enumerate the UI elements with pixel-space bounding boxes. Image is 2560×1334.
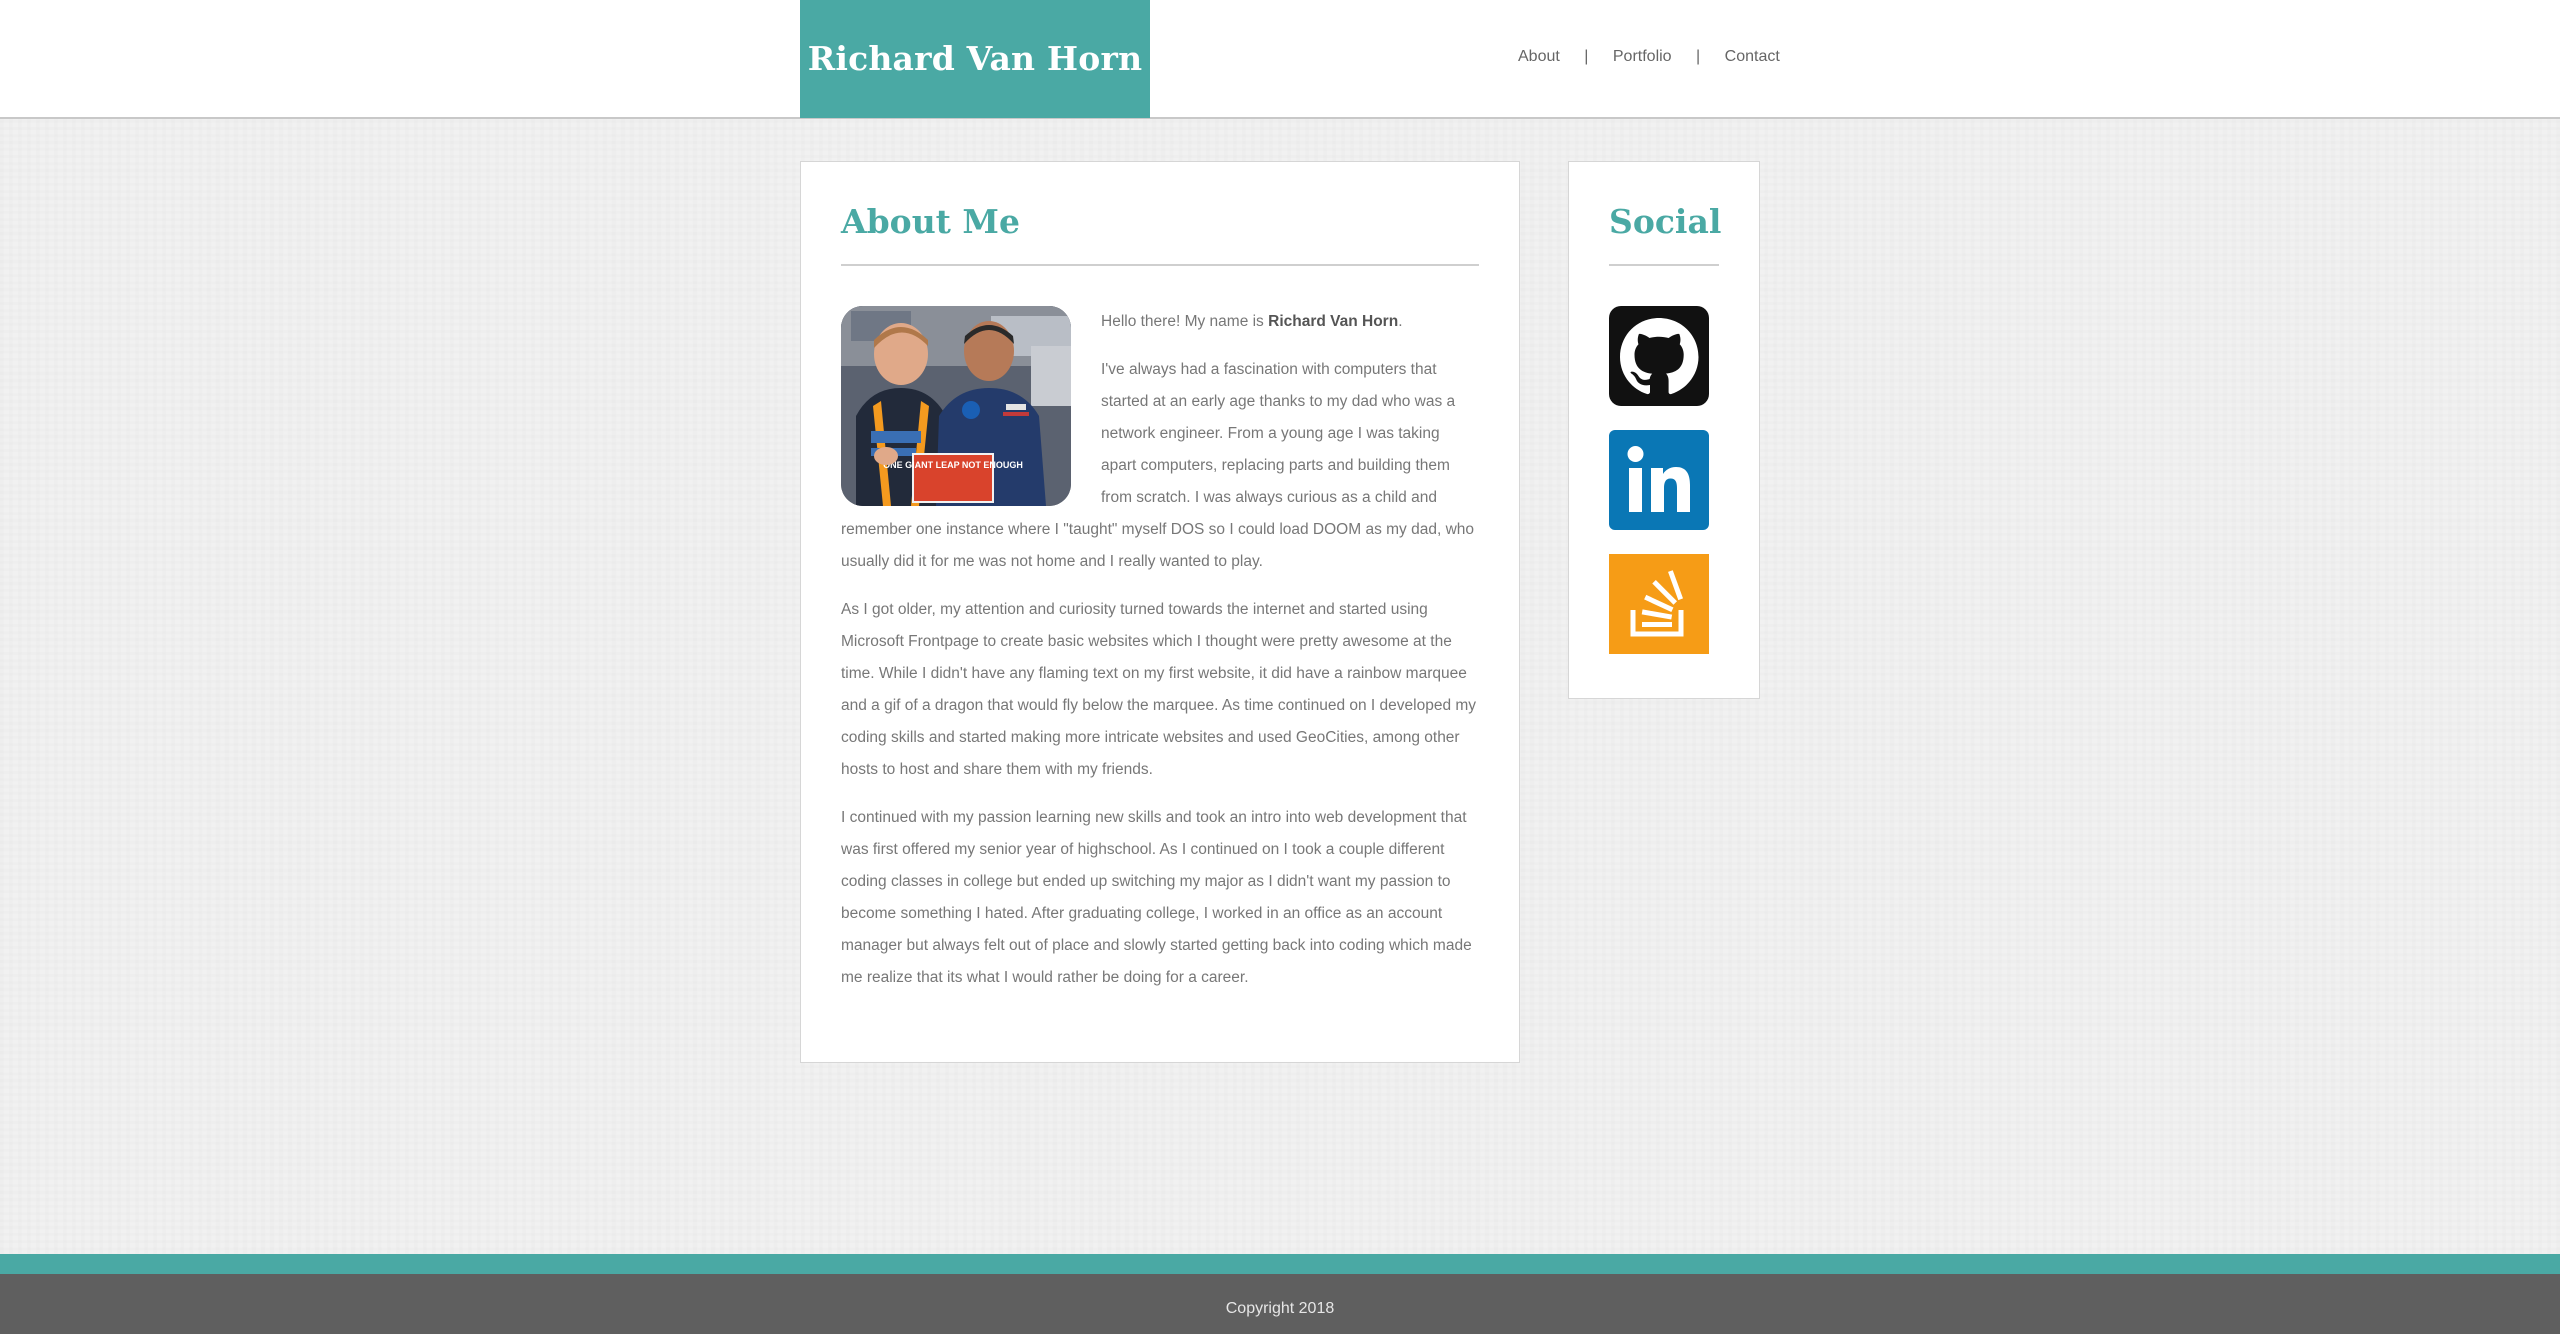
nav-link-about[interactable]: About (1518, 48, 1560, 65)
linkedin-icon[interactable] (1609, 430, 1709, 530)
about-intro-prefix: Hello there! My name is (1101, 313, 1269, 330)
github-icon[interactable] (1609, 306, 1709, 406)
about-paragraph-2: As I got older, my attention and curiosi… (841, 601, 1477, 778)
social-heading: Social (1609, 202, 1721, 266)
linkedin-glyph (1627, 446, 1690, 512)
about-heading: About Me (841, 202, 1479, 266)
top-navigation-bar: Richard Van Horn About | Portfolio | Con… (0, 0, 2560, 119)
about-panel: About Me ONE GIANT LEAP NOT ENOUGH Hello… (800, 161, 1520, 1063)
main-nav: About | Portfolio | Contact (1518, 48, 1780, 66)
stackoverflow-icon[interactable] (1609, 554, 1709, 654)
about-intro-name: Richard Van Horn (1268, 313, 1399, 330)
photo-sign-text: ONE GIANT LEAP NOT ENOUGH (883, 460, 1023, 470)
profile-photo-image: ONE GIANT LEAP NOT ENOUGH (841, 306, 1071, 506)
about-paragraph-3: I continued with my passion learning new… (841, 809, 1472, 986)
social-panel: Social (1568, 161, 1760, 699)
footer-accent-stripe (0, 1254, 2560, 1274)
about-intro-suffix: . (1398, 313, 1403, 330)
nav-separator: | (1584, 48, 1589, 65)
nav-separator: | (1696, 48, 1701, 65)
nav-link-contact[interactable]: Contact (1725, 48, 1780, 65)
profile-photo: ONE GIANT LEAP NOT ENOUGH (841, 306, 1071, 506)
github-glyph (1620, 318, 1699, 395)
footer-copyright: Copyright 2018 (1225, 1300, 1335, 1317)
about-content: ONE GIANT LEAP NOT ENOUGH Hello there! M… (841, 306, 1479, 994)
footer: Copyright 2018 (0, 1274, 2560, 1334)
site-title[interactable]: Richard Van Horn (800, 0, 1150, 118)
nav-link-portfolio[interactable]: Portfolio (1613, 48, 1672, 65)
stackoverflow-glyph (1630, 570, 1684, 637)
